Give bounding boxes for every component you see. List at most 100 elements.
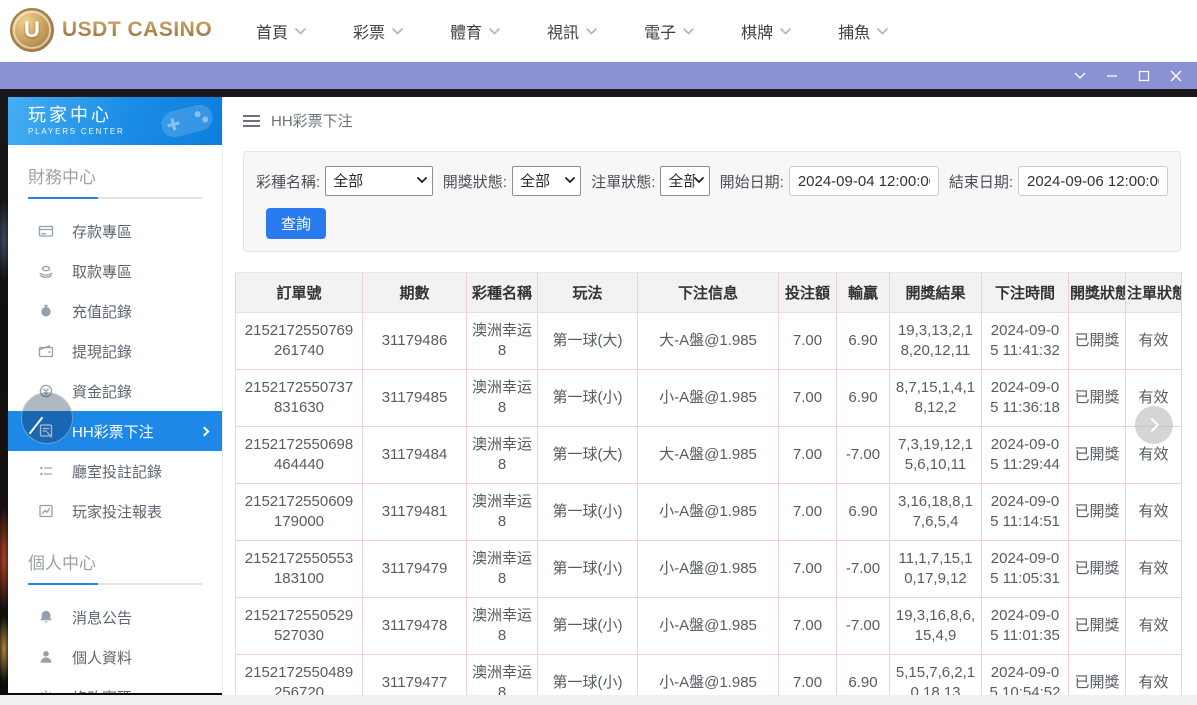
page-title: HH彩票下注 bbox=[271, 113, 353, 130]
window-maximize-icon[interactable] bbox=[1131, 65, 1157, 87]
app-window: U USDT CASINO 首頁 彩票 體育 視訊 電子 棋牌 捕魚 玩家中心 PLAYER… bbox=[0, 0, 1197, 705]
table-cell: 2152172550698464440 bbox=[235, 426, 363, 484]
table-cell: 小-A盤@1.985 bbox=[637, 540, 779, 598]
section-title: 財務中心 bbox=[28, 168, 96, 187]
table-header-cell: 彩種名稱 bbox=[466, 272, 538, 313]
sidebar-item-funds-records[interactable]: 資金記錄 bbox=[8, 371, 222, 411]
next-page-button[interactable] bbox=[1135, 406, 1173, 444]
bet-slip-icon bbox=[38, 423, 54, 439]
sidebar: 玩家中心 PLAYERS CENTER 財務中心存款專區取款專區充值記錄提現記錄… bbox=[8, 97, 222, 693]
table-cell: 第一球(小) bbox=[537, 540, 638, 598]
sidebar-item-recharge-records[interactable]: 充值記錄 bbox=[8, 291, 222, 331]
table-cell: 6.90 bbox=[836, 369, 890, 427]
section-title: 個人中心 bbox=[28, 554, 96, 573]
sidebar-item-label: 充值記錄 bbox=[72, 303, 133, 321]
table-cell: 2024-09-05 11:29:44 bbox=[981, 426, 1069, 484]
table-cell: 第一球(小) bbox=[537, 483, 638, 541]
table-cell: 7.00 bbox=[778, 312, 837, 370]
table-cell: 有效 bbox=[1125, 654, 1182, 695]
table-cell: 第一球(大) bbox=[537, 312, 638, 370]
site-header: U USDT CASINO 首頁 彩票 體育 視訊 電子 棋牌 捕魚 bbox=[0, 0, 1197, 62]
table-cell: 11,1,7,15,10,17,9,12 bbox=[889, 540, 982, 598]
bell-icon bbox=[38, 609, 54, 625]
report-chart-icon bbox=[38, 503, 54, 519]
sidebar-item-withdraw-records[interactable]: 提現記錄 bbox=[8, 331, 222, 371]
table-cell: 小-A盤@1.985 bbox=[637, 597, 779, 655]
table-cell: 2024-09-05 10:54:52 bbox=[981, 654, 1069, 695]
start-date-input[interactable] bbox=[788, 166, 939, 196]
sidebar-item-label: 修改密碼 bbox=[72, 687, 132, 694]
table-header-cell: 玩法 bbox=[537, 272, 638, 313]
table-cell: 大-A盤@1.985 bbox=[637, 312, 779, 370]
person-icon bbox=[38, 649, 54, 665]
table-cell: 第一球(小) bbox=[537, 654, 638, 695]
draw-status-label: 開獎狀態: bbox=[442, 173, 507, 191]
sidebar-item-change-password[interactable]: 修改密碼 bbox=[8, 677, 222, 693]
table-cell: 3,16,18,8,17,6,5,4 bbox=[889, 483, 982, 541]
logo-text: USDT CASINO bbox=[62, 18, 213, 41]
draw-status-select[interactable]: 全部 bbox=[511, 166, 582, 196]
search-button[interactable]: 查詢 bbox=[266, 208, 327, 239]
end-date-input[interactable] bbox=[1017, 166, 1168, 196]
nav-item-fishing[interactable]: 捕魚 bbox=[838, 19, 888, 43]
table-cell: 7.00 bbox=[778, 654, 837, 695]
nav-item-video[interactable]: 視訊 bbox=[547, 19, 597, 43]
table-cell: -7.00 bbox=[836, 426, 890, 484]
main-content: HH彩票下注 彩種名稱: 全部 開獎狀態: 全部 注單狀態: 全部 開始日期: … bbox=[222, 97, 1197, 695]
table-cell: 澳洲幸运8 bbox=[466, 483, 538, 541]
table-cell: 有效 bbox=[1125, 312, 1182, 370]
table-cell: 8,7,15,1,4,18,12,2 bbox=[889, 369, 982, 427]
table-cell: 澳洲幸运8 bbox=[466, 654, 538, 695]
deposit-card-icon bbox=[38, 223, 54, 239]
table-cell: 澳洲幸运8 bbox=[466, 597, 538, 655]
sidebar-item-withdraw-zone[interactable]: 取款專區 bbox=[8, 251, 222, 291]
window-titlebar bbox=[0, 62, 1197, 89]
sidebar-item-hall-bet-records[interactable]: 廳室投註記錄 bbox=[8, 451, 222, 491]
table-cell: 31179486 bbox=[362, 312, 467, 370]
players-center-banner: 玩家中心 PLAYERS CENTER bbox=[8, 97, 222, 145]
table-cell: 6.90 bbox=[836, 312, 890, 370]
order-status-select[interactable]: 全部 bbox=[660, 166, 710, 196]
sidebar-item-player-bet-report[interactable]: 玩家投注報表 bbox=[8, 491, 222, 531]
sidebar-item-deposit-zone[interactable]: 存款專區 bbox=[8, 211, 222, 251]
table-cell: 6.90 bbox=[836, 483, 890, 541]
table-cell: 已開獎 bbox=[1068, 483, 1126, 541]
lottery-name-select[interactable]: 全部 bbox=[325, 166, 433, 196]
nav-item-slots[interactable]: 電子 bbox=[644, 19, 694, 43]
sidebar-item-announcements[interactable]: 消息公告 bbox=[8, 597, 222, 637]
table-cell: 31179481 bbox=[362, 483, 467, 541]
sidebar-item-hh-lottery-bets[interactable]: HH彩票下注 bbox=[8, 411, 222, 451]
table-cell: 有效 bbox=[1125, 483, 1182, 541]
site-logo[interactable]: U USDT CASINO bbox=[10, 8, 212, 52]
bottom-strip bbox=[0, 695, 1197, 705]
nav-item-label: 視訊 bbox=[547, 25, 580, 42]
hamburger-menu-icon[interactable] bbox=[243, 114, 260, 127]
chevron-down-icon bbox=[392, 27, 403, 35]
table-cell: 31179477 bbox=[362, 654, 467, 695]
lottery-name-label: 彩種名稱: bbox=[256, 173, 321, 191]
table-cell: 澳洲幸运8 bbox=[466, 369, 538, 427]
nav-item-label: 捕魚 bbox=[838, 25, 871, 42]
table-cell: 有效 bbox=[1125, 597, 1182, 655]
table-cell: 7.00 bbox=[778, 483, 837, 541]
table-cell: 已開獎 bbox=[1068, 369, 1126, 427]
sidebar-item-label: HH彩票下注 bbox=[72, 423, 154, 441]
sidebar-item-profile[interactable]: 個人資料 bbox=[8, 637, 222, 677]
nav-item-label: 首頁 bbox=[256, 25, 289, 42]
nav-item-home[interactable]: 首頁 bbox=[256, 19, 306, 43]
filter-panel: 彩種名稱: 全部 開獎狀態: 全部 注單狀態: 全部 開始日期: 結束日期: bbox=[243, 151, 1181, 252]
table-cell: 7.00 bbox=[778, 369, 837, 427]
table-cell: 2152172550609179000 bbox=[235, 483, 363, 541]
nav-item-sports[interactable]: 體育 bbox=[450, 19, 500, 43]
window-collapse-icon[interactable] bbox=[1067, 65, 1093, 87]
nav-item-lottery[interactable]: 彩票 bbox=[353, 19, 403, 43]
sidebar-item-label: 存款專區 bbox=[72, 223, 133, 241]
sidebar-item-label: 個人資料 bbox=[72, 649, 133, 667]
table-header-cell: 訂單號 bbox=[235, 272, 363, 313]
table-cell: 大-A盤@1.985 bbox=[637, 426, 779, 484]
nav-item-cards[interactable]: 棋牌 bbox=[741, 19, 791, 43]
table-row: 2152172550553183100 31179479 澳洲幸运8 第一球(小) 小-… bbox=[235, 540, 1182, 598]
window-close-icon[interactable] bbox=[1163, 65, 1189, 87]
table-cell: 第一球(大) bbox=[537, 426, 638, 484]
window-minimize-icon[interactable] bbox=[1099, 65, 1125, 87]
